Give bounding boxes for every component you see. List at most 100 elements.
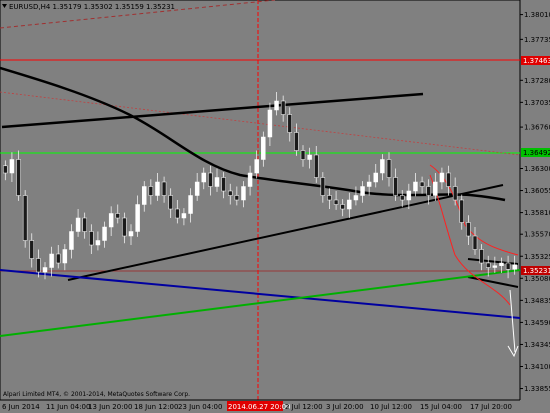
- candle-body: [261, 136, 266, 160]
- time-tick-label: 13 Jun 20:00: [88, 403, 132, 411]
- candle-body: [380, 159, 385, 174]
- candle-body: [89, 231, 94, 246]
- candle-body: [181, 213, 187, 219]
- candle-body: [49, 253, 54, 268]
- candle-body: [419, 181, 425, 187]
- symbol-info: EURUSD,H4 1.35179 1.35302 1.35159 1.3523…: [9, 3, 175, 11]
- price-tick-label: 1.34100: [524, 363, 550, 371]
- candle-body: [466, 222, 471, 237]
- candle-body: [155, 181, 160, 196]
- candle-body: [360, 186, 365, 196]
- candle-body: [29, 240, 35, 259]
- candle-body: [42, 267, 48, 273]
- price-tick-label: 1.37035: [524, 99, 550, 107]
- price-tick-label: 1.34590: [524, 319, 550, 327]
- candle-body: [115, 213, 121, 219]
- price-tick-label: 1.36760: [524, 124, 550, 132]
- candle-body: [108, 213, 114, 228]
- time-tick-label: 2 Jul 12:00: [285, 403, 323, 411]
- candle-body: [353, 195, 359, 201]
- candle-body: [340, 204, 345, 210]
- candle-body: [406, 190, 412, 201]
- candle-body: [300, 150, 306, 160]
- price-tick-label: 1.34835: [524, 297, 550, 305]
- candle-body: [439, 172, 445, 183]
- price-tick-label: 1.38010: [524, 11, 550, 19]
- candle-body: [492, 265, 498, 268]
- candle-body: [241, 186, 246, 201]
- green-level-label: 1.36492: [523, 149, 550, 157]
- price-tick-label: 1.34345: [524, 341, 550, 349]
- candle-body: [208, 172, 213, 187]
- candle-body: [3, 165, 8, 174]
- price-tick-label: 1.35325: [524, 253, 550, 261]
- candle-body: [95, 240, 101, 246]
- candle-body: [122, 217, 127, 237]
- candle-body: [327, 195, 332, 201]
- candle-body: [254, 159, 259, 174]
- candle-body: [499, 262, 504, 266]
- time-axis-labels: 6 Jun 2014 11 Jun 04:0013 Jun 20:00 18 Jun…: [2, 401, 512, 411]
- candle-body: [313, 154, 319, 178]
- candle-body: [214, 177, 220, 187]
- time-tick-label: 3 Jul 20:00: [326, 403, 364, 411]
- candle-body: [201, 172, 207, 183]
- candle-body: [373, 172, 379, 183]
- candle-body: [472, 235, 478, 250]
- price-tick-label: 1.36055: [524, 187, 550, 195]
- candle-body: [16, 159, 21, 196]
- candle-body: [399, 195, 405, 201]
- candle-body: [280, 100, 286, 115]
- candle-body: [175, 208, 180, 219]
- candle-body: [413, 181, 418, 192]
- candle-body: [333, 199, 339, 205]
- candle-body: [294, 132, 299, 151]
- price-chart[interactable]: 1.38010 1.37735 1.37280 1.37035 1.36760 1.363…: [0, 0, 550, 413]
- candle-body: [274, 100, 279, 111]
- candle-body: [36, 258, 41, 273]
- candle-body: [347, 199, 352, 210]
- price-tick-label: 1.36300: [524, 165, 550, 173]
- candle-body: [505, 262, 511, 270]
- candle-body: [227, 190, 233, 196]
- time-tick-label: 11 Jun 04:00: [46, 403, 90, 411]
- candle-body: [307, 154, 312, 160]
- price-tick-label: 1.35810: [524, 209, 550, 217]
- price-tick-label: 1.35080: [524, 275, 550, 283]
- time-tick-label: 2014.06.27 20:00: [228, 403, 290, 411]
- candle-body: [452, 186, 458, 201]
- candle-body: [287, 114, 293, 133]
- candle-body: [194, 181, 200, 196]
- candle-body: [75, 217, 81, 232]
- candle-body: [69, 231, 74, 250]
- red-level-label: 1.37463: [523, 57, 550, 65]
- candle-body: [168, 195, 173, 210]
- candle-body: [479, 249, 484, 264]
- candle-body: [386, 159, 392, 178]
- candle-body: [320, 177, 326, 196]
- candle-body: [512, 264, 517, 270]
- price-tick-label: 1.35570: [524, 231, 550, 239]
- copyright-text: Alpari Limited MT4, © 2001-2014, MetaQuo…: [3, 391, 190, 398]
- candle-body: [446, 172, 451, 187]
- time-tick-label: 17 Jul 20:00: [470, 403, 512, 411]
- candle-body: [161, 181, 167, 196]
- candle-body: [82, 217, 87, 232]
- candle-body: [267, 109, 273, 138]
- candle-body: [393, 177, 398, 196]
- candle-body: [135, 204, 140, 232]
- candle-body: [247, 172, 253, 187]
- candle-body: [188, 195, 193, 214]
- candle-body: [102, 226, 107, 241]
- current-price-label: 1.35231: [523, 267, 550, 275]
- candle-body: [55, 253, 61, 264]
- price-tick-label: 1.33855: [524, 385, 550, 393]
- candle-body: [62, 249, 68, 264]
- chart-window[interactable]: 1.38010 1.37735 1.37280 1.37035 1.36760 1.363…: [0, 0, 550, 413]
- candle-body: [366, 181, 372, 187]
- candle-body: [485, 262, 491, 268]
- time-tick-label: 10 Jul 12:00: [370, 403, 412, 411]
- candle-body: [22, 195, 28, 241]
- candle-body: [128, 231, 134, 237]
- time-tick-label: 18 Jun 12:00: [134, 403, 178, 411]
